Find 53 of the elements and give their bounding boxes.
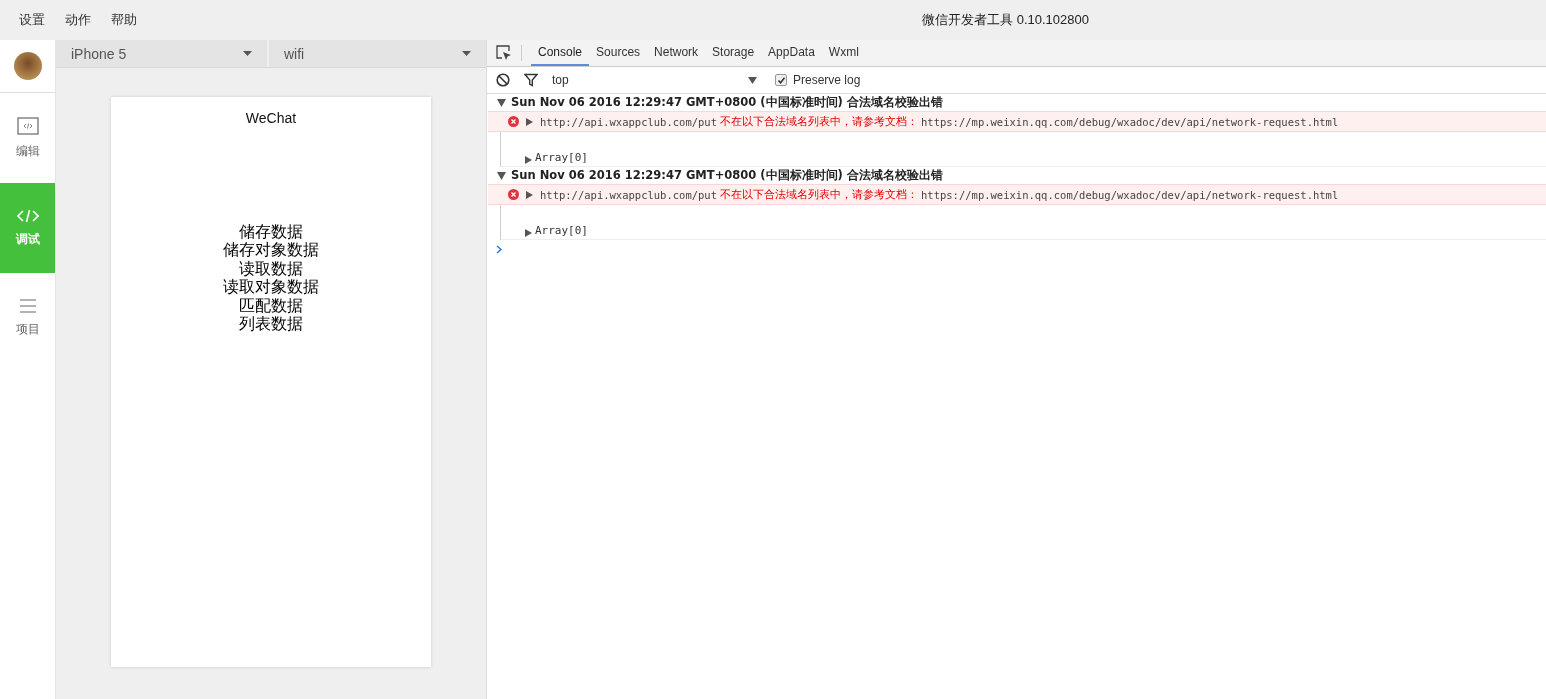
window-title: 微信开发者工具 0.10.102800 bbox=[921, 11, 1090, 29]
prompt-chevron-icon[interactable] bbox=[496, 245, 503, 254]
error-text: 不在以下合法域名列表中，请参考文档： bbox=[720, 187, 918, 202]
list-item[interactable]: 读取对象数据 bbox=[223, 278, 319, 297]
list-item[interactable]: 读取数据 bbox=[239, 259, 303, 279]
device-select[interactable]: iPhone 5 bbox=[56, 40, 269, 67]
error-text: 不在以下合法域名列表中，请参考文档： bbox=[720, 114, 918, 129]
error-url: http://api.wxappclub.com/put bbox=[540, 115, 717, 128]
expand-triangle-icon[interactable] bbox=[526, 117, 533, 126]
array-value: Array[0] bbox=[535, 224, 588, 237]
docs-link[interactable]: https://mp.weixin.qq.com/debug/wxadoc/dev/api/network-request.html bbox=[921, 115, 1339, 128]
list-item[interactable]: 储存数据 bbox=[239, 223, 303, 242]
dropdown-caret-icon bbox=[243, 51, 252, 56]
code-window-icon bbox=[16, 116, 39, 135]
list-item[interactable]: 列表数据 bbox=[239, 315, 303, 334]
menu-item[interactable]: 帮助 bbox=[111, 11, 137, 29]
inspect-icon[interactable] bbox=[496, 45, 512, 61]
array-value: Array[0] bbox=[535, 151, 588, 164]
list-item[interactable]: 匹配数据 bbox=[239, 296, 303, 316]
devtools-tab[interactable]: Wxml bbox=[821, 40, 866, 66]
log-group-header: Sun Nov 06 2016 12:29:47 GMT+0800 (中国标准时间) 合法域名校验出错 bbox=[511, 168, 943, 183]
code-icon bbox=[16, 208, 39, 223]
expand-triangle-icon[interactable] bbox=[497, 171, 506, 180]
menu-icon bbox=[18, 298, 37, 313]
preserve-log-checkbox[interactable] bbox=[775, 74, 787, 86]
error-url: http://api.wxappclub.com/put bbox=[540, 188, 717, 201]
expand-triangle-icon[interactable] bbox=[525, 156, 532, 164]
devtools-tab[interactable]: Sources bbox=[589, 40, 648, 66]
devtools-tab[interactable]: AppData bbox=[761, 40, 822, 66]
sidebar-item[interactable]: 编辑 bbox=[0, 93, 55, 183]
filter-icon[interactable] bbox=[524, 73, 538, 87]
context-select[interactable]: top bbox=[552, 73, 757, 87]
list-item[interactable]: 储存对象数据 bbox=[223, 241, 319, 260]
expand-triangle-icon[interactable] bbox=[526, 190, 533, 199]
devtools-tab[interactable]: Storage bbox=[705, 40, 762, 66]
preserve-log-label: Preserve log bbox=[793, 73, 861, 87]
devtools-tab[interactable]: Console bbox=[531, 40, 590, 66]
expand-triangle-icon[interactable] bbox=[525, 229, 532, 237]
menu-item[interactable]: 设置 bbox=[19, 11, 45, 29]
error-icon bbox=[508, 116, 519, 127]
sidebar-item[interactable]: 项目 bbox=[0, 273, 55, 363]
expand-triangle-icon[interactable] bbox=[497, 98, 506, 107]
error-icon bbox=[508, 189, 519, 200]
log-group-header: Sun Nov 06 2016 12:29:47 GMT+0800 (中国标准时间) 合法域名校验出错 bbox=[511, 95, 943, 110]
devtools-tab[interactable]: Network bbox=[647, 40, 706, 66]
network-select[interactable]: wifi bbox=[269, 40, 486, 67]
dropdown-caret-icon bbox=[462, 51, 471, 56]
menu-item[interactable]: 动作 bbox=[65, 11, 91, 29]
dropdown-caret-icon bbox=[748, 76, 757, 84]
clear-icon[interactable] bbox=[496, 73, 510, 87]
page-title: WeChat bbox=[244, 110, 298, 126]
docs-link[interactable]: https://mp.weixin.qq.com/debug/wxadoc/dev/api/network-request.html bbox=[921, 188, 1339, 201]
avatar-circle[interactable] bbox=[13, 52, 42, 80]
